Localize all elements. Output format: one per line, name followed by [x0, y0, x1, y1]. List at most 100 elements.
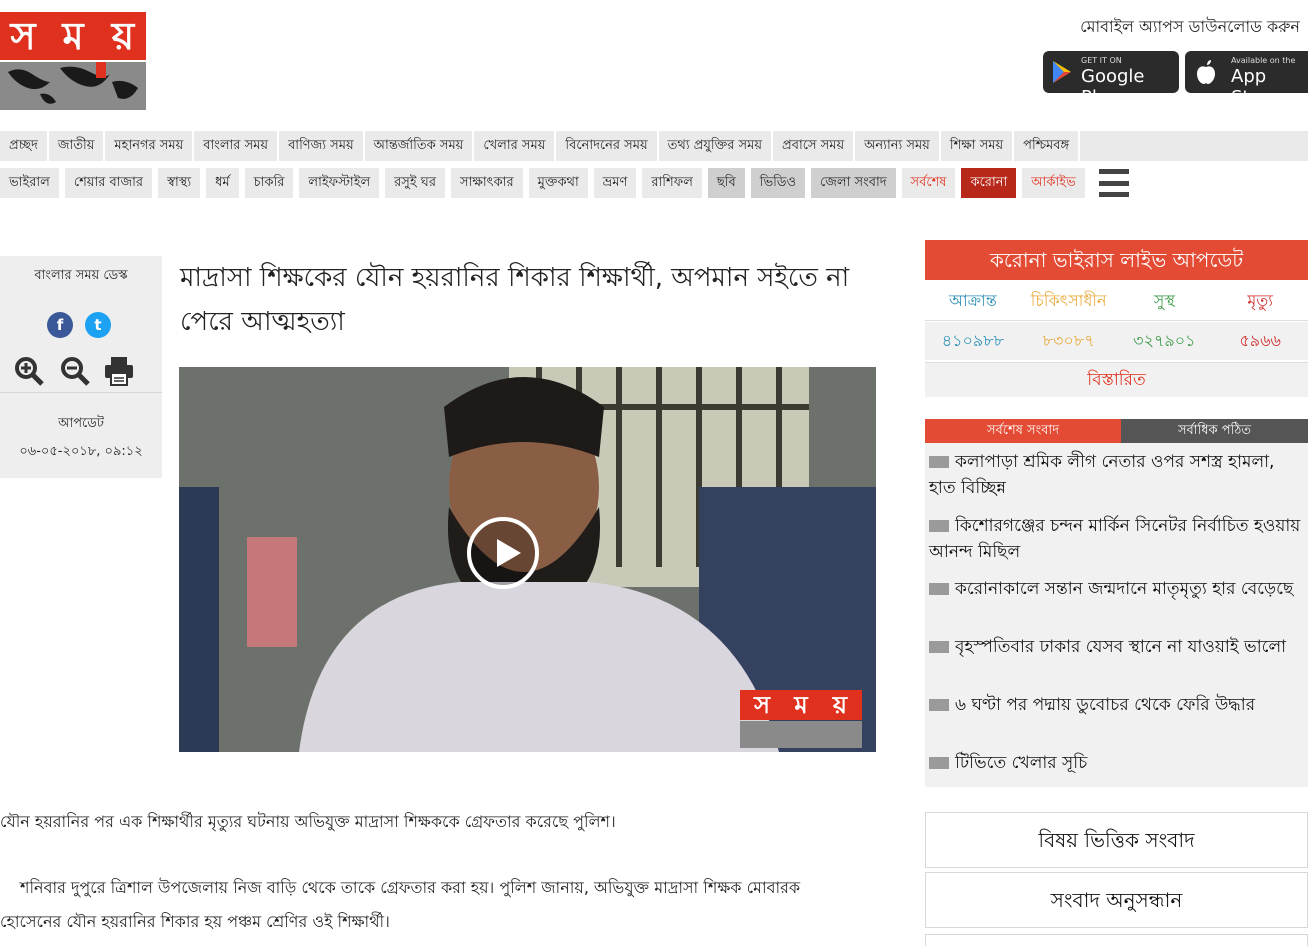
tab-latest-news[interactable]: সর্বশেষ সংবাদ [925, 419, 1121, 443]
logo-letter: য় [111, 13, 135, 58]
article-paragraph: শনিবার দুপুরে ত্রিশাল উপজেলায় নিজ বাড়ি… [20, 878, 801, 897]
nav-item[interactable]: লাইফস্টাইল [299, 168, 380, 198]
facebook-icon[interactable]: f [47, 312, 73, 338]
corona-value-treatment: ৮৩০৮৭ [1042, 331, 1095, 350]
news-item-title: করোনাকালে সন্তান জন্মদানে মাতৃমৃত্যু হার… [955, 579, 1294, 599]
article-headline: মাদ্রাসা শিক্ষকের যৌন হয়রানির শিকার শিক… [180, 263, 850, 337]
corona-value-infected: ৪১০৯৮৮ [941, 331, 1005, 350]
app-download-text: মোবাইল অ্যাপস ডাউনলোড করুন [1080, 17, 1300, 36]
google-play-icon [1053, 61, 1071, 83]
nav-item[interactable]: রসুই ঘর [385, 168, 445, 198]
corona-label-recovered: সুস্থ [1153, 291, 1175, 310]
twitter-icon[interactable]: t [85, 312, 111, 338]
google-play-small: GET IT ON [1081, 56, 1122, 65]
tab-most-read[interactable]: সর্বাধিক পঠিত [1121, 419, 1308, 443]
nav-item[interactable]: আন্তর্জাতিক সময় [365, 131, 475, 161]
corona-value-recovered: ৩২৭৯০১ [1133, 331, 1196, 350]
news-thumb-icon [929, 757, 949, 769]
watermark-letter: ম [794, 690, 808, 719]
news-item-title: কিশোরগঞ্জের চন্দন মার্কিন সিনেটর নির্বাচ… [929, 516, 1301, 562]
sidebar-box-edge [925, 934, 1308, 946]
logo-letter: স [10, 13, 36, 58]
watermark-letter: য় [832, 690, 848, 719]
news-thumb-icon [929, 583, 949, 595]
update-date: ০৬-০৫-২০১৮, ০৯:১২ [19, 444, 143, 459]
nav-item[interactable]: প্রচ্ছদ [0, 131, 49, 161]
corona-label-treatment: চিকিৎসাধীন [1030, 291, 1107, 310]
apple-icon [1197, 60, 1215, 84]
corona-value-deaths: ৫৯৬৬ [1239, 331, 1281, 350]
primary-nav: প্রচ্ছদ জাতীয় মহানগর সময় বাংলার সময় ব… [0, 131, 1308, 161]
article-paragraph: হোসেনের যৌন হয়রানির শিকার হয় পঞ্চম শ্র… [0, 912, 390, 931]
corona-live-title: করোনা ভাইরাস লাইভ আপডেট [925, 240, 1308, 280]
news-thumb-icon [929, 456, 949, 468]
play-button[interactable] [467, 517, 539, 589]
news-item[interactable]: কিশোরগঞ্জের চন্দন মার্কিন সিনেটর নির্বাচ… [929, 513, 1305, 565]
topic-news-button[interactable]: বিষয় ভিত্তিক সংবাদ [925, 812, 1308, 868]
nav-item-district-news[interactable]: জেলা সংবাদ [811, 168, 896, 198]
nav-item-archive[interactable]: আর্কাইভ [1022, 168, 1085, 198]
nav-item[interactable]: অন্যান্য সময় [855, 131, 941, 161]
article-paragraph: যৌন হয়রানির পর এক শিক্ষার্থীর মৃত্যুর ঘ… [0, 812, 616, 831]
nav-item[interactable]: খেলার সময় [474, 131, 557, 161]
site-logo[interactable]: স ম য় [0, 12, 146, 110]
news-item[interactable]: বৃহস্পতিবার ঢাকার যেসব স্থানে না যাওয়াই… [929, 634, 1305, 660]
author-desk: বাংলার সময় ডেস্ক [34, 268, 128, 283]
nav-item[interactable]: মুক্তকথা [528, 168, 588, 198]
menu-icon[interactable] [1098, 168, 1129, 198]
nav-item[interactable]: বিনোদনের সময় [556, 131, 659, 161]
corona-label-infected: আক্রান্ত [949, 291, 997, 310]
logo-letter: ম [62, 13, 84, 58]
app-store-small: Available on the [1231, 56, 1296, 65]
zoom-in-icon[interactable] [12, 354, 46, 388]
video-watermark-logo: স ম য় [740, 690, 862, 748]
nav-item[interactable]: জাতীয় [49, 131, 106, 161]
nav-item[interactable]: সাক্ষাৎকার [450, 168, 523, 198]
news-item-title: টিভিতে খেলার সূচি [955, 753, 1088, 773]
nav-item[interactable]: প্রবাসে সময় [773, 131, 856, 161]
nav-item[interactable]: মহানগর সময় [105, 131, 195, 161]
corona-labels: আক্রান্ত চিকিৎসাধীন সুস্থ মৃত্যু [925, 282, 1308, 321]
nav-item[interactable]: চাকরি [244, 168, 294, 198]
corona-label-deaths: মৃত্যু [1247, 291, 1273, 310]
nav-item[interactable]: ভাইরাল [0, 168, 59, 198]
nav-item[interactable]: তথ্য প্রযুক্তির সময় [659, 131, 774, 161]
secondary-nav: ভাইরাল শেয়ার বাজার স্বাস্থ্য ধর্ম চাকরি… [0, 168, 1308, 198]
news-item[interactable]: কলাপাড়া শ্রমিক লীগ নেতার ওপর সশস্ত্র হা… [929, 449, 1305, 501]
zoom-out-icon[interactable] [58, 354, 92, 388]
nav-item[interactable]: রাশিফল [642, 168, 702, 198]
nav-item-latest[interactable]: সর্বশেষ [901, 168, 956, 198]
world-map-graphic [0, 62, 146, 110]
nav-item[interactable]: স্বাস্থ্য [158, 168, 201, 198]
nav-item[interactable]: শিক্ষা সময় [941, 131, 1015, 161]
google-play-button[interactable]: GET IT ON Google Play [1043, 51, 1179, 108]
google-play-label: Google Play [1081, 66, 1145, 108]
news-search-button[interactable]: সংবাদ অনুসন্ধান [925, 872, 1308, 928]
nav-item[interactable]: পশ্চিমবঙ্গ [1014, 131, 1081, 161]
nav-item[interactable]: বাণিজ্য সময় [279, 131, 365, 161]
article-meta-panel: বাংলার সময় ডেস্ক f t আপডেট ০৬-০৫-২০১৮, … [0, 256, 162, 478]
update-label: আপডেট [58, 416, 104, 431]
news-thumb-icon [929, 699, 949, 711]
nav-item[interactable]: শেয়ার বাজার [64, 168, 153, 198]
watermark-letter: স [754, 690, 770, 719]
corona-details-link[interactable]: বিস্তারিত [925, 362, 1308, 397]
news-item[interactable]: ৬ ঘণ্টা পর পদ্মায় ডুবোচর থেকে ফেরি উদ্ধ… [929, 692, 1305, 718]
nav-item[interactable]: বাংলার সময় [194, 131, 280, 161]
corona-values: ৪১০৯৮৮ ৮৩০৮৭ ৩২৭৯০১ ৫৯৬৬ [925, 322, 1308, 360]
news-item-title: ৬ ঘণ্টা পর পদ্মায় ডুবোচর থেকে ফেরি উদ্ধ… [955, 695, 1256, 715]
news-item-title: বৃহস্পতিবার ঢাকার যেসব স্থানে না যাওয়াই… [955, 637, 1287, 657]
news-item[interactable]: করোনাকালে সন্তান জন্মদানে মাতৃমৃত্যু হার… [929, 576, 1305, 602]
nav-item-photos[interactable]: ছবি [707, 168, 745, 198]
nav-item[interactable]: ভ্রমণ [593, 168, 637, 198]
app-store-button[interactable]: Available on the App Store [1185, 51, 1308, 108]
news-list: কলাপাড়া শ্রমিক লীগ নেতার ওপর সশস্ত্র হা… [925, 443, 1308, 787]
print-icon[interactable] [102, 354, 136, 388]
nav-item-videos[interactable]: ভিডিও [750, 168, 806, 198]
nav-item[interactable]: ধর্ম [206, 168, 239, 198]
nav-item-corona[interactable]: করোনা [961, 168, 1017, 198]
app-store-label: App Store [1231, 66, 1279, 108]
news-item-title: কলাপাড়া শ্রমিক লীগ নেতার ওপর সশস্ত্র হা… [929, 452, 1275, 498]
news-thumb-icon [929, 520, 949, 532]
news-item[interactable]: টিভিতে খেলার সূচি [929, 750, 1305, 776]
